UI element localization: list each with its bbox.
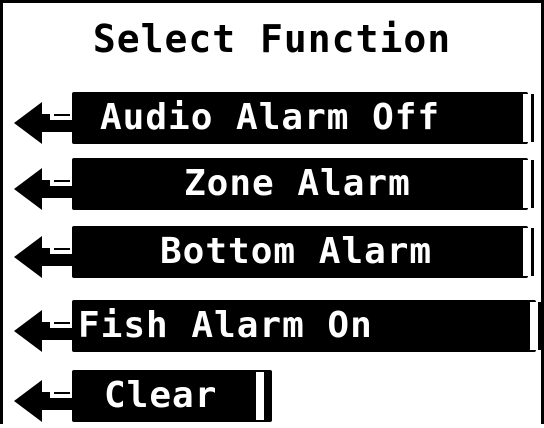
menu-item-label: Fish Alarm On <box>78 305 373 346</box>
menu-item-fish-alarm[interactable]: Fish Alarm On <box>0 300 544 358</box>
menu-item-label: Audio Alarm Off <box>100 97 441 138</box>
menu-item-edge <box>523 160 534 208</box>
menu-item-edge <box>523 94 534 142</box>
menu-title: Select Function <box>92 17 452 61</box>
menu-item-zone-alarm[interactable]: Zone Alarm <box>0 158 544 216</box>
menu-item-clear[interactable]: Clear <box>0 370 544 428</box>
menu-item-edge <box>523 228 534 276</box>
menu-item-label: Clear <box>104 375 218 416</box>
menu-item-audio-alarm[interactable]: Audio Alarm Off <box>0 92 544 150</box>
function-menu-screen: Select Function Audio Alarm Off Zone Ala… <box>0 0 544 424</box>
menu-item-label: Zone Alarm <box>184 163 411 204</box>
menu-item-bottom-alarm[interactable]: Bottom Alarm <box>0 226 544 284</box>
menu-item-edge <box>530 302 541 350</box>
menu-item-edge <box>256 372 267 420</box>
menu-item-label: Bottom Alarm <box>160 231 433 272</box>
